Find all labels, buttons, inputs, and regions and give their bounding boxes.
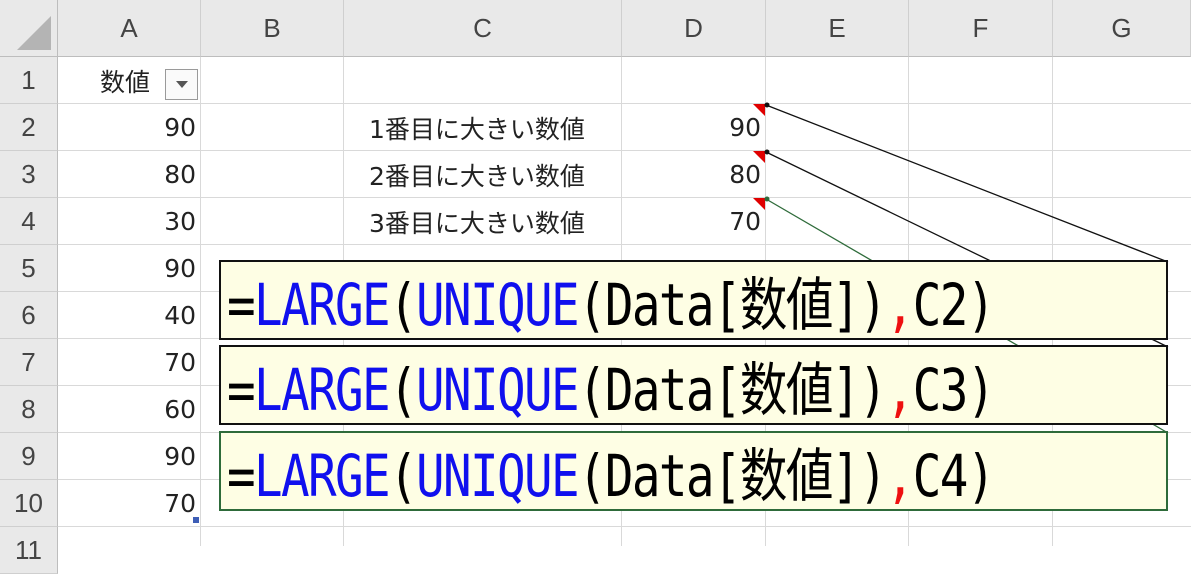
cell-d2[interactable]: 90 xyxy=(622,104,766,151)
table-resize-handle[interactable] xyxy=(193,517,199,523)
column-header-g[interactable]: G xyxy=(1053,0,1191,57)
row-header-11[interactable]: 11 xyxy=(0,527,58,574)
select-all-icon xyxy=(17,16,51,50)
select-all-corner[interactable] xyxy=(0,0,58,57)
cell-a8[interactable]: 60 xyxy=(58,386,201,433)
row-header-6[interactable]: 6 xyxy=(0,292,58,339)
formula-eq: = xyxy=(227,271,256,339)
formula-eq: = xyxy=(227,442,256,510)
chevron-down-icon xyxy=(175,81,188,88)
formula-argument: (Data[数値]) xyxy=(577,442,887,510)
column-header-f[interactable]: F xyxy=(909,0,1053,57)
formula-comma: , xyxy=(885,271,915,339)
cell-a5[interactable]: 90 xyxy=(58,245,201,292)
formula-function: LARGE xyxy=(253,271,391,339)
comment-marker-icon[interactable] xyxy=(753,104,765,116)
formula-function: LARGE xyxy=(253,356,391,424)
column-header-e[interactable]: E xyxy=(766,0,909,57)
formula-paren: ) xyxy=(966,442,996,510)
formula-function: UNIQUE xyxy=(415,271,580,339)
formula-reference: C4 xyxy=(912,442,969,510)
row-header-4[interactable]: 4 xyxy=(0,198,58,245)
formula-text: =LARGE(UNIQUE(Data[数値]),C4) xyxy=(227,429,996,513)
formula-paren: ( xyxy=(388,442,418,510)
row-header-1[interactable]: 1 xyxy=(0,57,58,104)
row-header-7[interactable]: 7 xyxy=(0,339,58,386)
grid-line xyxy=(58,526,1191,527)
formula-paren: ( xyxy=(388,271,418,339)
cell-a7[interactable]: 70 xyxy=(58,339,201,386)
cell-a4[interactable]: 30 xyxy=(58,198,201,245)
row-header-3[interactable]: 3 xyxy=(0,151,58,198)
column-header-b[interactable]: B xyxy=(201,0,344,57)
cell-a9[interactable]: 90 xyxy=(58,433,201,480)
connector-line-1 xyxy=(765,104,1169,263)
formula-comma: , xyxy=(885,442,915,510)
column-header-a[interactable]: A xyxy=(58,0,201,57)
formula-paren: ) xyxy=(966,271,996,339)
cell-c2[interactable]: 1番目に大きい数値 xyxy=(369,104,585,151)
formula-comment-3[interactable]: =LARGE(UNIQUE(Data[数値]),C4) xyxy=(219,431,1168,511)
row-header-5[interactable]: 5 xyxy=(0,245,58,292)
spreadsheet: A B C D E F G 1 2 3 4 5 6 7 8 9 10 11 数値… xyxy=(0,0,1191,574)
row-header-10[interactable]: 10 xyxy=(0,480,58,527)
formula-function: LARGE xyxy=(253,442,391,510)
formula-function: UNIQUE xyxy=(415,442,580,510)
formula-text: =LARGE(UNIQUE(Data[数値]),C2) xyxy=(227,258,996,342)
formula-paren: ) xyxy=(966,356,996,424)
formula-reference: C2 xyxy=(912,271,969,339)
column-header-d[interactable]: D xyxy=(622,0,766,57)
filter-dropdown-button[interactable] xyxy=(165,69,198,100)
cell-a6[interactable]: 40 xyxy=(58,292,201,339)
row-header-8[interactable]: 8 xyxy=(0,386,58,433)
formula-paren: ( xyxy=(388,356,418,424)
column-header-c[interactable]: C xyxy=(344,0,622,57)
cell-d3[interactable]: 80 xyxy=(622,151,766,198)
comment-marker-icon[interactable] xyxy=(753,198,765,210)
cell-a1-header[interactable]: 数値 xyxy=(100,57,150,104)
comment-marker-icon[interactable] xyxy=(753,151,765,163)
cell-c3[interactable]: 2番目に大きい数値 xyxy=(369,151,585,198)
formula-argument: (Data[数値]) xyxy=(577,271,887,339)
row-header-9[interactable]: 9 xyxy=(0,433,58,480)
row-header-2[interactable]: 2 xyxy=(0,104,58,151)
formula-function: UNIQUE xyxy=(415,356,580,424)
formula-text: =LARGE(UNIQUE(Data[数値]),C3) xyxy=(227,343,996,427)
formula-comma: , xyxy=(885,356,915,424)
cell-a10[interactable]: 70 xyxy=(58,480,201,527)
cell-d4[interactable]: 70 xyxy=(622,198,766,245)
formula-comment-2[interactable]: =LARGE(UNIQUE(Data[数値]),C3) xyxy=(219,345,1168,425)
formula-eq: = xyxy=(227,356,256,424)
formula-comment-1[interactable]: =LARGE(UNIQUE(Data[数値]),C2) xyxy=(219,260,1168,340)
formula-argument: (Data[数値]) xyxy=(577,356,887,424)
cell-c4[interactable]: 3番目に大きい数値 xyxy=(369,198,585,245)
formula-reference: C3 xyxy=(912,356,969,424)
cell-a2[interactable]: 90 xyxy=(58,104,201,151)
cell-a3[interactable]: 80 xyxy=(58,151,201,198)
